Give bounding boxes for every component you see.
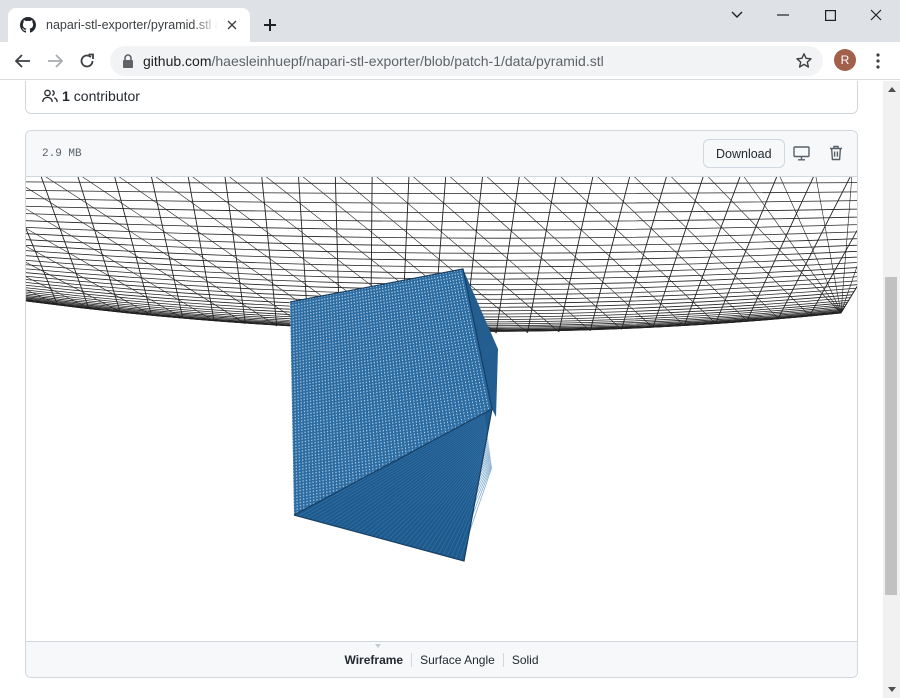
pyramid-mesh (289, 268, 498, 562)
grid-line (26, 255, 857, 274)
grid-line (26, 213, 857, 222)
forward-arrow-icon[interactable] (43, 49, 67, 73)
grid-line (779, 177, 842, 314)
people-icon (42, 89, 58, 103)
scroll-down-arrow-icon[interactable] (883, 681, 900, 698)
contributors-box: 1 contributor (25, 81, 858, 114)
minimize-icon[interactable] (768, 4, 798, 26)
browser-toolbar: github.com/haesleinhuepf/napari-stl-expo… (0, 42, 900, 80)
view-mode-bar: Wireframe Surface Angle Solid (26, 641, 857, 677)
grid-line (261, 177, 278, 327)
mode-surface-angle[interactable]: Surface Angle (412, 653, 503, 667)
grid-line (589, 177, 631, 331)
reload-icon[interactable] (75, 49, 99, 73)
grid-line (224, 177, 246, 324)
back-arrow-icon[interactable] (11, 49, 35, 73)
page-scrollbar[interactable] (883, 81, 900, 698)
file-header: 2.9 MB Download (26, 131, 857, 177)
bookmark-star-icon[interactable] (795, 52, 813, 70)
stl-3d-viewer[interactable] (26, 177, 857, 641)
download-button[interactable]: Download (703, 139, 785, 168)
grid-line (527, 177, 557, 333)
contributor-count: 1 (62, 88, 70, 104)
scroll-up-arrow-icon[interactable] (883, 81, 900, 98)
trash-icon[interactable] (827, 144, 845, 162)
browser-tab[interactable]: napari-stl-exporter/pyramid.stl at patch… (8, 8, 250, 42)
page-content: 1 contributor 2.9 MB Download Wireframe (0, 81, 883, 698)
new-tab-icon[interactable] (260, 15, 280, 35)
file-size: 2.9 MB (42, 148, 82, 160)
maximize-icon[interactable] (815, 4, 845, 26)
stl-render-canvas[interactable] (26, 177, 857, 641)
tab-search-chevron-icon[interactable] (722, 4, 752, 26)
grid-line (558, 177, 594, 332)
active-mode-caret-icon (375, 644, 381, 648)
grid-line (26, 250, 857, 268)
contributors-link[interactable]: 1 contributor (42, 88, 140, 104)
browser-tab-strip: napari-stl-exporter/pyramid.stl at patch… (0, 0, 900, 42)
address-bar[interactable]: github.com/haesleinhuepf/napari-stl-expo… (110, 46, 823, 76)
lock-icon (123, 54, 133, 68)
github-icon (20, 17, 36, 33)
profile-avatar[interactable]: R (834, 49, 856, 71)
grid-line (621, 177, 667, 330)
grid-line (597, 177, 748, 322)
grid-line (707, 177, 842, 314)
mode-solid[interactable]: Solid (504, 653, 547, 667)
close-tab-icon[interactable] (224, 17, 240, 33)
scrollbar-thumb[interactable] (885, 277, 897, 595)
grid-line (26, 189, 857, 195)
grid-line (652, 177, 704, 328)
close-window-icon[interactable] (861, 4, 891, 26)
grid-line (815, 177, 842, 314)
file-viewer-box: 2.9 MB Download Wireframe Surface Angle … (25, 130, 858, 678)
grid-line (26, 205, 857, 214)
browser-menu-icon[interactable] (870, 51, 886, 71)
grid-line (634, 177, 779, 319)
grid-line (187, 177, 215, 322)
url-text: github.com/haesleinhuepf/napari-stl-expo… (143, 53, 604, 69)
mode-wireframe[interactable]: Wireframe (337, 653, 412, 667)
tab-title: napari-stl-exporter/pyramid.stl at patch… (46, 18, 218, 32)
grid-line (26, 181, 857, 184)
desktop-icon[interactable] (792, 144, 810, 162)
contributor-label: contributor (73, 88, 140, 104)
